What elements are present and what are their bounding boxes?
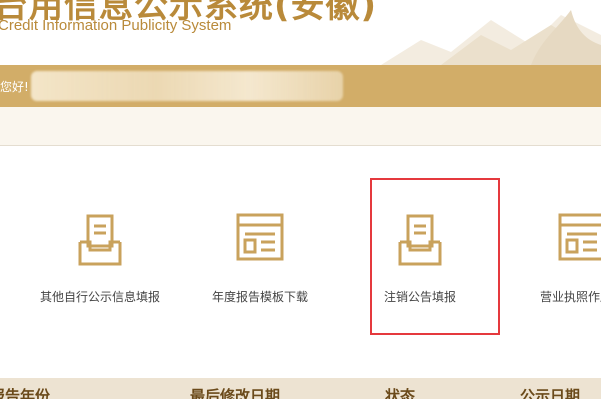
column-last-modified: 最后修改日期	[190, 387, 281, 399]
inbox-document-icon	[78, 214, 122, 266]
selection-highlight	[370, 178, 500, 335]
column-report-year: 报告年份	[0, 387, 51, 399]
username-redacted	[31, 71, 343, 101]
sub-bar	[0, 107, 601, 145]
table-header: 报告年份 最后修改日期 状态 公示日期	[0, 378, 601, 399]
tile-label: 其他自行公示信息填报	[39, 290, 160, 304]
tile-other-self-disclosure[interactable]: 其他自行公示信息填报	[15, 200, 185, 310]
welcome-bar: 您好!	[0, 65, 601, 107]
tile-annual-report-template[interactable]: 年度报告模板下载	[175, 200, 345, 310]
tile-business-license-void[interactable]: 营业执照作废声	[497, 200, 601, 310]
column-publish-date: 公示日期	[520, 387, 581, 399]
divider	[0, 145, 601, 146]
site-subtitle: Credit Information Publicity System	[0, 17, 232, 34]
column-status: 状态	[385, 387, 416, 399]
site-header: 台用信息公示系统(安徽) Credit Information Publicit…	[0, 0, 601, 65]
greeting-text: 您好!	[0, 80, 29, 94]
browser-window-icon	[558, 213, 601, 261]
tile-label: 年度报告模板下载	[211, 290, 308, 304]
landscape-decoration-icon	[381, 10, 601, 65]
browser-window-icon	[236, 213, 284, 261]
tile-label: 营业执照作废声	[539, 290, 601, 304]
